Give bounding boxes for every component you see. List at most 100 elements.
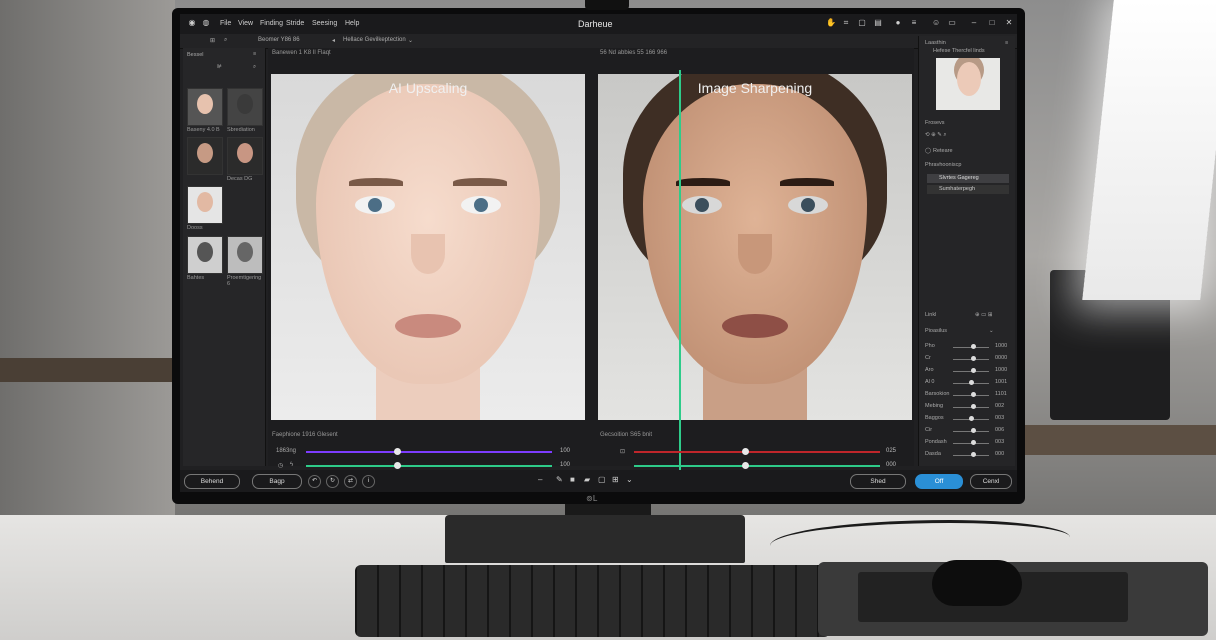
maximize-icon[interactable]: □ xyxy=(988,19,996,27)
slider-knob[interactable] xyxy=(394,462,402,469)
layer-row[interactable]: Slvrtes Gagereg xyxy=(927,174,1009,183)
thumbnail-label: Baseny 4.0 B xyxy=(187,127,220,133)
flip-icon[interactable]: ⇄ xyxy=(344,475,357,488)
slider-knob[interactable] xyxy=(741,448,749,455)
adjustment-knob[interactable] xyxy=(970,356,976,361)
record-icon[interactable]: ● xyxy=(894,19,902,27)
thumbnail[interactable] xyxy=(187,137,223,175)
info-icon[interactable]: i xyxy=(362,475,375,488)
back-icon[interactable]: ◂ xyxy=(332,37,335,44)
adjustment-knob[interactable] xyxy=(970,368,976,373)
adjustment-value: 1000 xyxy=(995,367,1008,373)
search-icon[interactable]: ⌕ xyxy=(253,64,256,71)
smile-icon[interactable]: ☺ xyxy=(932,19,940,27)
adjustment-knob[interactable] xyxy=(970,440,976,445)
save-button[interactable]: Shed xyxy=(850,474,906,489)
crop-icon[interactable]: ⌗ xyxy=(842,19,850,27)
thumbnail-label: Dooss xyxy=(187,225,203,231)
adjustment-knob[interactable] xyxy=(970,428,976,433)
search-icon[interactable]: ⌕ xyxy=(224,37,227,44)
minimize-icon[interactable]: – xyxy=(970,19,978,27)
adjustment-knob[interactable] xyxy=(970,344,976,349)
comparison-divider[interactable] xyxy=(679,70,681,480)
pen-icon[interactable]: ✎ xyxy=(556,475,563,484)
menu-help[interactable]: Help xyxy=(345,20,359,27)
layers-icon[interactable]: ▤ xyxy=(874,19,882,27)
adjustment-row[interactable]: Cr 0000 xyxy=(923,354,1011,364)
left-photo[interactable]: AI Upscaling xyxy=(271,74,585,420)
adjustment-knob[interactable] xyxy=(970,452,976,457)
adjustment-row[interactable]: Al 0 1001 xyxy=(923,378,1011,388)
slider-left-1[interactable]: 1863ng 100 xyxy=(272,447,578,457)
close-icon[interactable]: ✕ xyxy=(1005,19,1013,27)
adjustment-row[interactable]: Cir 006 xyxy=(923,426,1011,436)
menu-lines-icon[interactable]: ≡ xyxy=(910,19,918,27)
adjustment-row[interactable]: Baggos 003 xyxy=(923,414,1011,424)
tool-icons[interactable]: ⟲ ⊕ ✎ ⌕ xyxy=(925,132,947,139)
adjustment-knob[interactable] xyxy=(970,392,976,397)
thumbnail[interactable] xyxy=(187,236,223,274)
thumbnail[interactable] xyxy=(187,186,223,224)
cancel-button[interactable]: Cenxl xyxy=(970,474,1012,489)
adjustment-knob[interactable] xyxy=(969,416,974,421)
thumbnail-face xyxy=(197,94,213,114)
panel-menu-icon[interactable]: ≡ xyxy=(253,51,256,57)
right-photo[interactable]: Image Sharpening xyxy=(598,74,912,420)
minus-icon[interactable]: – xyxy=(538,475,542,484)
slider-knob[interactable] xyxy=(394,448,402,455)
thumbnail[interactable] xyxy=(187,88,223,126)
adjustment-row[interactable]: Pho 1000 xyxy=(923,342,1011,352)
adjustment-knob[interactable] xyxy=(970,404,976,409)
navigator-preview[interactable] xyxy=(936,58,1000,110)
layer-row[interactable]: Sumhaterpegh xyxy=(927,185,1009,194)
slider-track[interactable] xyxy=(634,451,880,453)
frame-icon[interactable]: ▢ xyxy=(858,19,866,27)
video-icon[interactable]: ▭ xyxy=(948,19,956,27)
grid-icon[interactable]: ⊞ xyxy=(612,475,619,484)
thumbnail[interactable] xyxy=(227,236,263,274)
adjustment-label: Cr xyxy=(925,355,931,361)
square-icon[interactable]: ■ xyxy=(570,475,575,484)
adjustment-row[interactable]: Aro 1000 xyxy=(923,366,1011,376)
folder-icon[interactable]: ▰ xyxy=(584,475,590,484)
adjustment-row[interactable]: Barsokion 1101 xyxy=(923,390,1011,400)
frame-icon[interactable]: ▢ xyxy=(598,475,606,484)
adjustment-row[interactable]: Mebing 002 xyxy=(923,402,1011,412)
rotate-icon[interactable]: ↻ xyxy=(326,475,339,488)
slider-track[interactable] xyxy=(634,465,880,467)
slider-knob[interactable] xyxy=(741,462,749,469)
slider-right-1[interactable]: ⊡ 025 xyxy=(600,447,906,457)
panel-menu-icon[interactable]: ≡ xyxy=(1005,40,1008,46)
undo-icon[interactable]: ↶ xyxy=(308,475,321,488)
brush-icon[interactable]: ϟ xyxy=(290,462,293,468)
behend-button[interactable]: Behend xyxy=(184,474,240,489)
adjustment-knob[interactable] xyxy=(969,380,974,385)
app-menu-icon[interactable]: ◍ xyxy=(202,19,210,27)
slider-track[interactable] xyxy=(306,465,552,467)
chevron-down-icon[interactable]: ⌄ xyxy=(989,328,994,334)
bagp-button[interactable]: Bagp xyxy=(252,474,302,489)
slider-value: 100 xyxy=(560,448,571,454)
pin-icon[interactable]: ⊡ xyxy=(620,448,625,455)
adjustment-row[interactable]: Pondash 003 xyxy=(923,438,1011,448)
slider-track[interactable] xyxy=(306,451,552,453)
menu-stride[interactable]: Stride xyxy=(286,20,304,27)
grid-icon[interactable]: ⊞ xyxy=(210,37,215,44)
thumbnail[interactable] xyxy=(227,88,263,126)
hand-icon[interactable]: ✋ xyxy=(826,19,836,27)
adjustment-row[interactable]: Dasda 000 xyxy=(923,450,1011,460)
toolbar-right-text[interactable]: Hellace Gevilkeptection xyxy=(343,37,406,43)
menu-seesing[interactable]: Seesing xyxy=(312,20,337,27)
timer-icon[interactable]: ◷ xyxy=(278,462,283,469)
menu-file[interactable]: File xyxy=(220,20,231,27)
thumbnail[interactable] xyxy=(227,137,263,175)
ok-button[interactable]: Off xyxy=(915,474,963,489)
filter-icon[interactable]: ⊯ xyxy=(217,64,222,70)
chevron-down-icon[interactable]: ⌄ xyxy=(408,37,413,44)
adjust-tool-icons[interactable]: ⊕ ▭ ⊞ xyxy=(975,312,992,318)
chevron-down-icon[interactable]: ⌄ xyxy=(626,475,633,484)
menu-view[interactable]: View xyxy=(238,20,253,27)
adjustment-value: 006 xyxy=(995,427,1005,433)
menu-finding[interactable]: Finding xyxy=(260,20,283,27)
right-photo-nose xyxy=(738,234,772,274)
